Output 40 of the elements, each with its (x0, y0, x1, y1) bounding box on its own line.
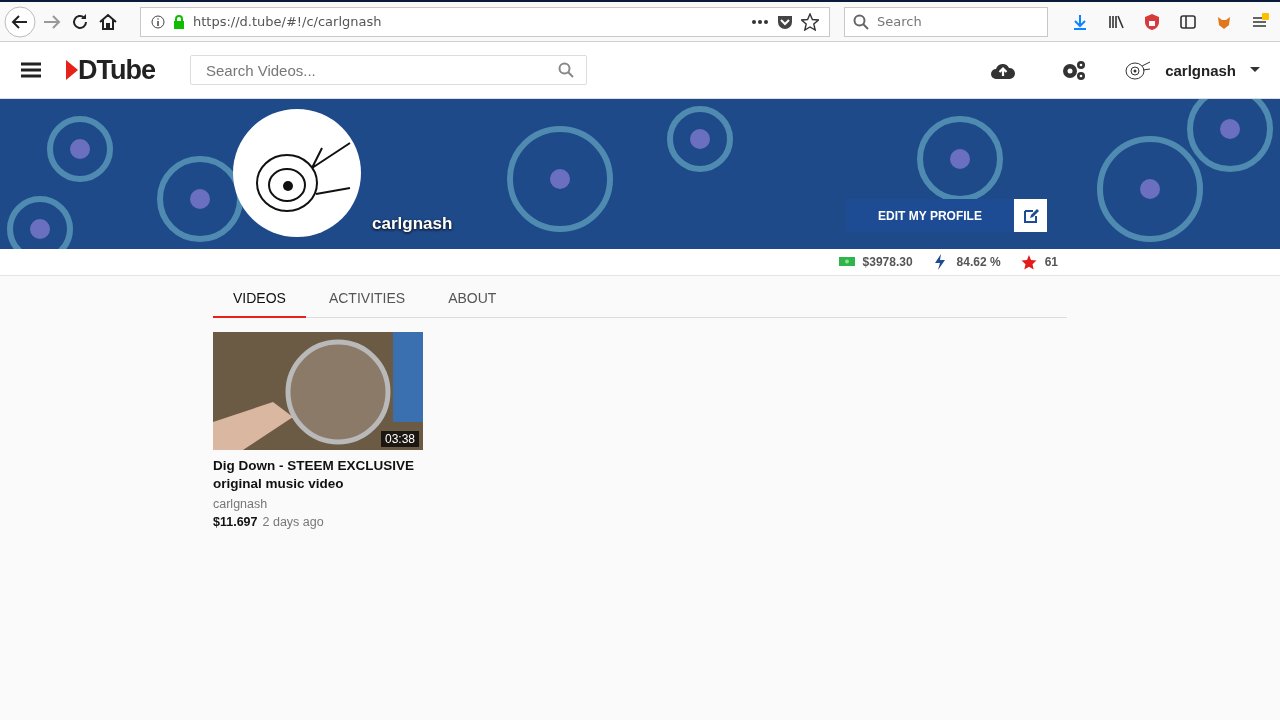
video-payout: $11.697 (213, 515, 258, 529)
edit-icon (1022, 207, 1039, 224)
edit-profile-button[interactable]: EDIT MY PROFILE (846, 199, 1014, 232)
menu-icon[interactable] (20, 61, 42, 79)
stat-value: 84.62 % (956, 255, 1001, 269)
video-age: 2 days ago (262, 515, 324, 529)
video-duration: 03:38 (380, 431, 419, 447)
video-author[interactable]: carlgnash (213, 495, 423, 513)
edit-icon-button[interactable] (1014, 199, 1047, 232)
url-field[interactable]: https://d.tube/#!/c/carlgnash (140, 6, 830, 37)
channel-tab[interactable]: ABOUT (428, 280, 517, 318)
pocket-icon[interactable] (777, 13, 793, 30)
video-title[interactable]: Dig Down - STEEM EXCLUSIVE original music video (213, 457, 423, 493)
info-icon (151, 14, 165, 29)
dtube-logo[interactable]: DTube (78, 54, 155, 86)
url-text: https://d.tube/#!/c/carlgnash (193, 14, 382, 29)
lock-icon (173, 14, 185, 29)
search-placeholder: Search (877, 14, 922, 29)
star-icon (1020, 254, 1037, 270)
caret-icon[interactable] (1250, 67, 1260, 73)
stat-value: 61 (1044, 255, 1058, 269)
browser-search-field[interactable]: Search (844, 6, 1048, 37)
more-icon[interactable] (751, 18, 769, 25)
username-label[interactable]: carlgnash (1165, 61, 1236, 79)
search-videos-field[interactable]: Search Videos... (190, 55, 587, 85)
download-icon[interactable] (1071, 12, 1089, 31)
sidebar-icon[interactable] (1179, 12, 1197, 31)
search-placeholder: Search Videos... (206, 61, 316, 79)
channel-tab[interactable]: ACTIVITIES (308, 280, 426, 318)
channel-name: carlgnash (372, 214, 453, 234)
play-icon (66, 60, 78, 80)
channel-tab[interactable]: VIDEOS (213, 280, 306, 318)
star-icon[interactable] (801, 12, 819, 31)
shield-icon[interactable] (1143, 12, 1161, 31)
search-icon[interactable] (558, 62, 574, 78)
search-icon (853, 13, 869, 30)
stat-value: $3978.30 (862, 255, 913, 269)
video-thumbnail-placeholder[interactable] (213, 332, 423, 450)
gears-icon[interactable] (1060, 59, 1088, 81)
back-icon[interactable] (4, 5, 36, 38)
